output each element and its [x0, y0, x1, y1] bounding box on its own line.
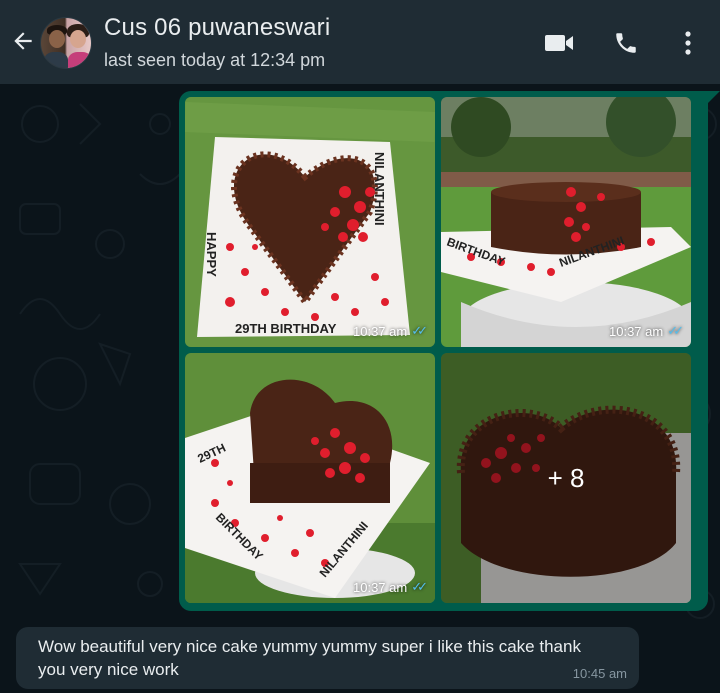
svg-text:NILANTHINI: NILANTHINI: [372, 152, 387, 226]
back-arrow-icon[interactable]: [8, 26, 38, 56]
message-timestamp: 10:37 am ✓✓: [353, 579, 428, 595]
message-text: Wow beautiful very nice cake yummy yummy…: [38, 637, 581, 679]
video-call-icon[interactable]: [542, 28, 576, 58]
photo-thumbnail[interactable]: 29TH BIRTHDAY NILANTHINI 10:37 am ✓✓: [185, 353, 435, 603]
message-timestamp: 10:37 am ✓✓: [609, 323, 684, 339]
more-photos-overlay[interactable]: + 8: [441, 353, 691, 603]
photo-thumbnail[interactable]: BIRTHDAY NILANTHINI 10:37 am ✓✓: [441, 97, 691, 347]
outgoing-media-message[interactable]: HAPPY NILANTHINI 29TH BIRTHDAY 10:37 am …: [179, 91, 720, 611]
photo-thumbnail-more[interactable]: + 8: [441, 353, 691, 603]
double-check-icon: ✓✓: [411, 579, 428, 594]
last-seen-status: last seen today at 12:34 pm: [104, 50, 326, 70]
chat-header: Cus 06 puwaneswari last seen today at 12…: [0, 0, 720, 84]
double-check-icon: ✓✓: [411, 323, 428, 338]
contact-name[interactable]: Cus 06 puwaneswari: [104, 14, 330, 42]
photo-thumbnail[interactable]: HAPPY NILANTHINI 29TH BIRTHDAY 10:37 am …: [185, 97, 435, 347]
incoming-message[interactable]: Wow beautiful very nice cake yummy yummy…: [16, 627, 639, 689]
chat-area[interactable]: HAPPY NILANTHINI 29TH BIRTHDAY 10:37 am …: [0, 84, 720, 693]
voice-call-icon[interactable]: [611, 28, 641, 58]
message-timestamp: 10:45 am: [572, 666, 627, 681]
more-options-icon[interactable]: [676, 28, 700, 58]
double-check-icon: ✓✓: [667, 323, 684, 338]
contact-avatar[interactable]: [40, 17, 92, 69]
message-timestamp: 10:37 am ✓✓: [353, 323, 428, 339]
svg-text:29TH BIRTHDAY: 29TH BIRTHDAY: [235, 321, 337, 336]
svg-text:HAPPY: HAPPY: [204, 232, 219, 277]
